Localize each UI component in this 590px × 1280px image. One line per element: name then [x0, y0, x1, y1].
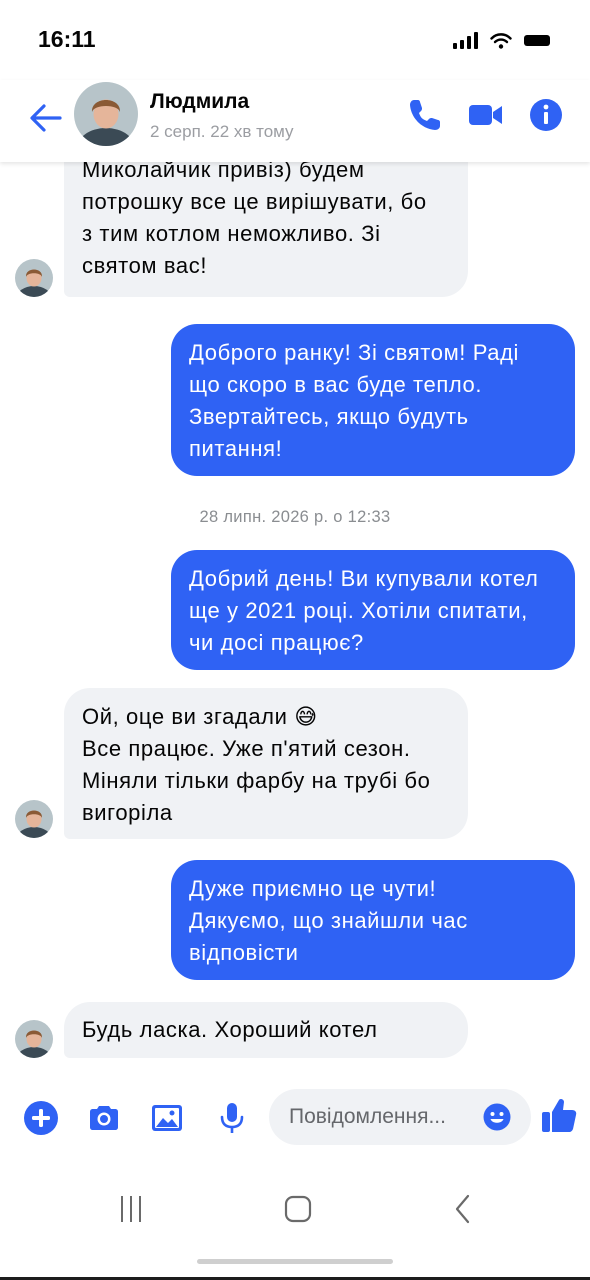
thumbs-up-icon[interactable] — [540, 1096, 578, 1134]
back-icon[interactable] — [443, 1194, 483, 1224]
message-line: Ой, оце ви згадали 😅 — [82, 704, 318, 729]
emoji-icon[interactable] — [483, 1103, 511, 1131]
message-line: питання! — [189, 436, 283, 461]
video-camera-icon[interactable] — [464, 94, 506, 136]
message-bubble-incoming[interactable]: Будь ласка. Хороший котел — [64, 1002, 468, 1058]
message-line: Дякуємо, що знайшли час — [189, 908, 468, 933]
message-input[interactable] — [289, 1089, 479, 1145]
conversation: Миколайчик привіз) будем потрошку все це… — [0, 162, 590, 1074]
message-line: святом вас! — [82, 253, 208, 278]
status-bar: 16:11 — [0, 0, 590, 80]
sender-avatar[interactable] — [15, 800, 53, 838]
message-line: Звертайтесь, якщо будуть — [189, 404, 469, 429]
contact-avatar[interactable] — [74, 82, 138, 146]
back-arrow-icon[interactable] — [28, 100, 64, 136]
message-line: відповісти — [189, 940, 299, 965]
image-icon[interactable] — [149, 1100, 185, 1136]
status-icons — [453, 31, 550, 49]
message-line: Доброго ранку! Зі святом! Раді — [189, 340, 520, 365]
battery-icon — [524, 35, 550, 46]
message-line: Все працює. Уже п'ятий сезон. — [82, 736, 411, 761]
microphone-icon[interactable] — [214, 1100, 250, 1136]
message-line: потрошку все це вирішувати, бо — [82, 189, 427, 214]
info-icon[interactable] — [526, 94, 568, 136]
contact-last-seen: 2 серп. 22 хв тому — [150, 122, 294, 141]
message-bubble-outgoing[interactable]: Доброго ранку! Зі святом! Раді що скоро … — [171, 324, 575, 476]
recent-apps-icon[interactable] — [111, 1194, 151, 1224]
message-input-wrapper — [269, 1089, 531, 1145]
message-line: з тим котлом неможливо. Зі — [82, 221, 381, 246]
system-nav-bar — [0, 1164, 590, 1280]
signal-icon — [453, 31, 478, 49]
message-line: чи досі працює? — [189, 630, 364, 655]
chat-header: Людмила 2 серп. 22 хв тому — [0, 80, 590, 162]
message-line: що скоро в вас буде тепло. — [189, 372, 483, 397]
date-divider: 28 липн. 2026 р. о 12:33 — [199, 508, 391, 526]
message-bubble-outgoing[interactable]: Добрий день! Ви купували котел ще у 2021… — [171, 550, 575, 670]
contact-name[interactable]: Людмила — [150, 90, 249, 114]
composer — [0, 1074, 590, 1164]
wifi-icon — [490, 33, 512, 49]
message-line: Міняли тільки фарбу на трубі бо — [82, 768, 431, 793]
phone-icon[interactable] — [404, 94, 446, 136]
message-bubble-incoming[interactable]: Ой, оце ви згадали 😅 Все працює. Уже п'я… — [64, 688, 468, 839]
status-time: 16:11 — [38, 26, 96, 52]
camera-icon[interactable] — [86, 1100, 122, 1136]
message-line: Дуже приємно це чути! — [189, 876, 437, 901]
message-bubble-incoming[interactable]: Миколайчик привіз) будем потрошку все це… — [64, 162, 468, 297]
message-line: ще у 2021 році. Хотіли спитати, — [189, 598, 528, 623]
message-line: Будь ласка. Хороший котел — [82, 1017, 378, 1042]
message-bubble-outgoing[interactable]: Дуже приємно це чути! Дякуємо, що знайшл… — [171, 860, 575, 980]
message-line: Добрий день! Ви купували котел — [189, 566, 539, 591]
message-line: Миколайчик привіз) будем — [82, 162, 365, 182]
home-icon[interactable] — [278, 1194, 318, 1224]
sender-avatar[interactable] — [15, 1020, 53, 1058]
home-indicator[interactable] — [197, 1259, 393, 1264]
message-line: вигоріла — [82, 800, 173, 825]
sender-avatar[interactable] — [15, 259, 53, 297]
plus-icon[interactable] — [23, 1100, 59, 1136]
